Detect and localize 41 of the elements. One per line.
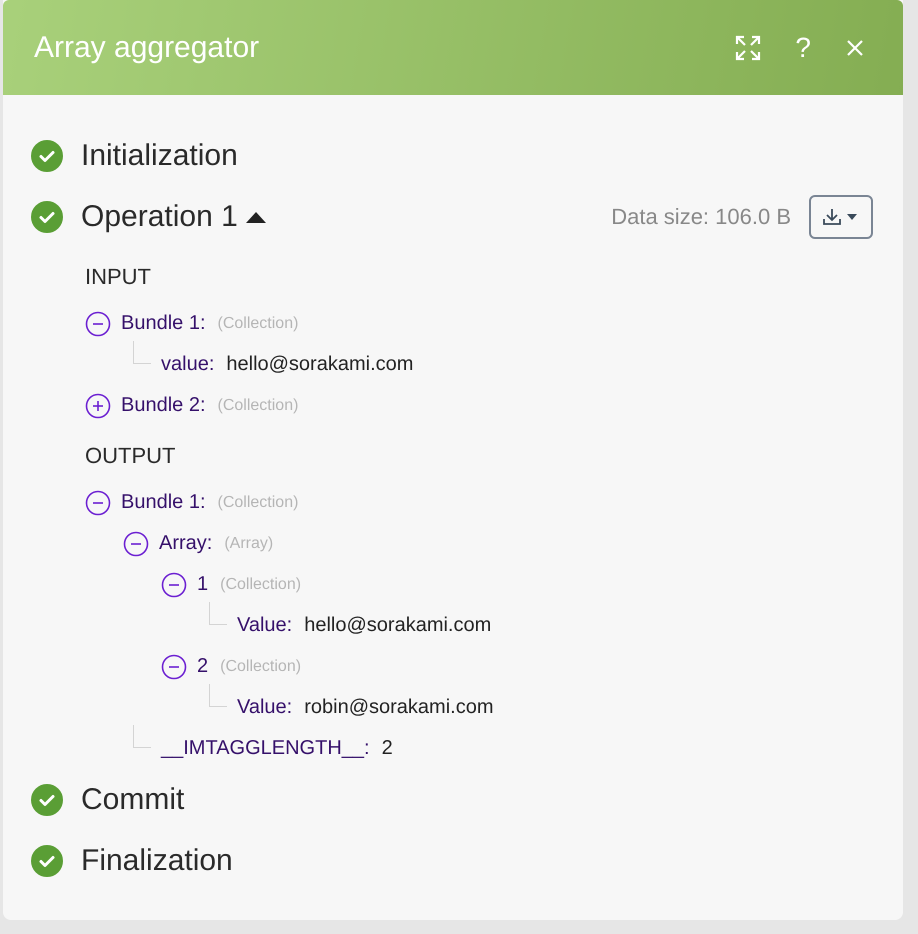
data-size: Data size: 106.0 B (611, 204, 791, 230)
field-type: (Collection) (220, 576, 302, 594)
field-value: hello@sorakami.com (226, 353, 414, 376)
window-title: Array aggregator (34, 30, 260, 64)
field-key: value: (161, 353, 214, 376)
section-title: OUTPUT (85, 442, 176, 470)
field-value: robin@sorakami.com (304, 696, 494, 719)
collapse-icon[interactable] (161, 572, 187, 598)
connector-line (133, 341, 151, 364)
field-key: Bundle 1: (121, 312, 206, 335)
field-type: (Array) (224, 534, 274, 552)
field-key: __IMTAGGLENGTH__: (161, 737, 370, 760)
field-key: 2 (197, 655, 208, 678)
field-key: 1 (197, 573, 208, 596)
connector-line (209, 684, 227, 707)
collapse-icon[interactable] (123, 530, 149, 556)
download-button[interactable] (809, 194, 873, 238)
step-name[interactable]: Operation 1 (81, 200, 238, 234)
step-name[interactable]: Initialization (81, 138, 238, 172)
field-key: Bundle 1: (121, 491, 206, 514)
collapse-icon[interactable] (85, 490, 111, 516)
field-key: Array: (159, 532, 212, 555)
field-value: 2 (382, 737, 393, 760)
step-name[interactable]: Finalization (81, 844, 233, 878)
connector-line (133, 725, 151, 748)
field-type: (Collection) (218, 494, 298, 512)
field-type: (Collection) (220, 658, 302, 676)
field-type: (Collection) (218, 396, 298, 414)
expand-node-icon[interactable] (85, 392, 111, 418)
connector-line (209, 602, 227, 625)
field-key: Value: (237, 614, 292, 637)
field-key: Value: (237, 696, 292, 719)
field-value: hello@sorakami.com (304, 614, 492, 637)
caret-icon[interactable] (246, 210, 266, 222)
field-type: (Collection) (218, 314, 298, 332)
section-title: INPUT (85, 263, 152, 291)
field-key: Bundle 2: (121, 394, 206, 417)
collapse-icon[interactable] (85, 310, 111, 336)
collapse-icon[interactable] (161, 654, 187, 680)
step-name[interactable]: Commit (81, 782, 184, 816)
close-icon[interactable] (845, 38, 865, 58)
